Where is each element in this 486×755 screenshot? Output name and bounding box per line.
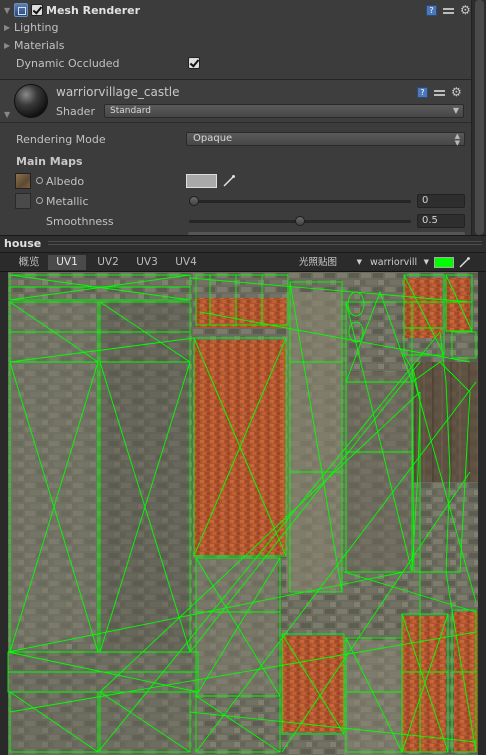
material-header-icons: ? ⚙ — [417, 83, 463, 101]
dynamic-occluded-row: Dynamic Occluded — [16, 54, 120, 72]
rendering-mode-value: Opaque — [193, 133, 233, 144]
metallic-value-field[interactable]: 0 — [417, 194, 465, 208]
metallic-label: Metallic — [46, 194, 89, 208]
uv-toolbar: 概览 UV1 UV2 UV3 UV4 光照贴图 ▼ warriorvill ▼ — [0, 253, 486, 272]
foldout-arrow-icon[interactable]: ▶ — [4, 23, 14, 32]
tab-uv3[interactable]: UV3 — [128, 255, 166, 270]
rendering-mode-dropdown[interactable]: Opaque ▲ ▼ — [186, 132, 465, 147]
albedo-row: Albedo — [36, 172, 84, 190]
uv-texture-canvas[interactable] — [0, 272, 486, 755]
lightmap-dropdown[interactable]: 光照贴图 ▼ — [296, 255, 364, 270]
albedo-texture-thumbnail[interactable] — [15, 173, 31, 189]
lightmap-dropdown-label: 光照贴图 — [299, 257, 338, 268]
shader-value: Standard — [110, 106, 151, 116]
smoothness-slider-thumb[interactable] — [295, 216, 305, 226]
inspector-scrollbar[interactable] — [471, 0, 486, 235]
materials-label: Materials — [14, 38, 65, 52]
chevron-down-icon: ▼ — [356, 258, 362, 266]
metallic-texture-slot[interactable] — [15, 193, 31, 209]
preset-icon[interactable] — [434, 87, 445, 98]
uv-panel-title: house — [4, 237, 42, 250]
lighting-foldout[interactable]: ▶ Lighting — [4, 18, 58, 36]
main-maps-label: Main Maps — [16, 154, 83, 168]
mesh-renderer-icon — [14, 3, 28, 17]
mesh-renderer-enabled-checkbox[interactable] — [31, 4, 43, 16]
shader-dropdown[interactable]: Standard ▼ — [104, 104, 464, 118]
albedo-label: Albedo — [46, 174, 85, 188]
tab-uv4[interactable]: UV4 — [167, 255, 205, 270]
texture-dropdown[interactable]: warriorvill ▼ — [367, 255, 431, 270]
metallic-slider-track[interactable] — [189, 200, 411, 203]
mesh-renderer-header[interactable]: ▼ Mesh Renderer ? ⚙ — [4, 1, 472, 19]
material-header: warriorvillage_castle ? ⚙ Shader Standar… — [0, 80, 471, 123]
main-maps-row: Main Maps — [16, 152, 83, 170]
rendering-mode-label: Rendering Mode — [16, 132, 106, 146]
eyedropper-icon[interactable] — [458, 256, 471, 269]
tab-overview[interactable]: 概览 — [10, 255, 48, 270]
uv-texture — [8, 272, 478, 755]
panel-grip — [48, 241, 482, 247]
albedo-color-field[interactable] — [186, 174, 217, 188]
help-icon[interactable]: ? — [417, 86, 428, 98]
dynamic-occluded-label: Dynamic Occluded — [16, 56, 120, 70]
texture-dropdown-label: warriorvill — [370, 257, 418, 268]
texture-picker-icon[interactable] — [36, 196, 43, 204]
material-name: warriorvillage_castle — [56, 85, 180, 99]
rendering-mode-row: Rendering Mode — [16, 130, 106, 148]
preset-icon[interactable] — [443, 5, 454, 16]
help-icon[interactable]: ? — [426, 4, 437, 16]
eyedropper-icon[interactable] — [222, 174, 236, 188]
material-preview-sphere[interactable] — [14, 84, 48, 118]
smoothness-row: Smoothness — [46, 212, 114, 230]
texture-picker-icon[interactable] — [36, 176, 43, 184]
scrollbar-thumb[interactable] — [475, 0, 484, 235]
component-header-icons: ? ⚙ — [426, 1, 472, 19]
uv-panel-tab[interactable]: house — [0, 235, 486, 253]
foldout-arrow-icon[interactable]: ▶ — [4, 41, 14, 50]
chevron-down-icon: ▼ — [423, 258, 429, 266]
tab-uv2[interactable]: UV2 — [89, 255, 127, 270]
foldout-arrow-icon[interactable]: ▼ — [4, 6, 14, 15]
metallic-row: Metallic — [36, 192, 89, 210]
updown-arrows-icon: ▲ ▼ — [454, 132, 460, 147]
uv-view[interactable] — [0, 272, 486, 755]
metallic-slider-thumb[interactable] — [189, 196, 199, 206]
materials-foldout[interactable]: ▶ Materials — [4, 36, 64, 54]
lighting-label: Lighting — [14, 20, 59, 34]
gear-icon[interactable]: ⚙ — [451, 86, 463, 98]
wire-color-field[interactable] — [434, 257, 454, 268]
inspector-panel: ▼ Mesh Renderer ? ⚙ ▶ Lighting ▶ Materia… — [0, 0, 486, 236]
chevron-down-icon: ▼ — [452, 106, 459, 115]
mesh-renderer-title: Mesh Renderer — [46, 3, 141, 17]
dynamic-occluded-checkbox[interactable] — [188, 57, 200, 69]
tab-uv1[interactable]: UV1 — [48, 255, 86, 270]
material-foldout-arrow-icon[interactable]: ▼ — [4, 110, 14, 119]
shader-label: Shader — [56, 105, 95, 118]
smoothness-label: Smoothness — [46, 214, 114, 228]
smoothness-value-field[interactable]: 0.5 — [417, 214, 465, 228]
